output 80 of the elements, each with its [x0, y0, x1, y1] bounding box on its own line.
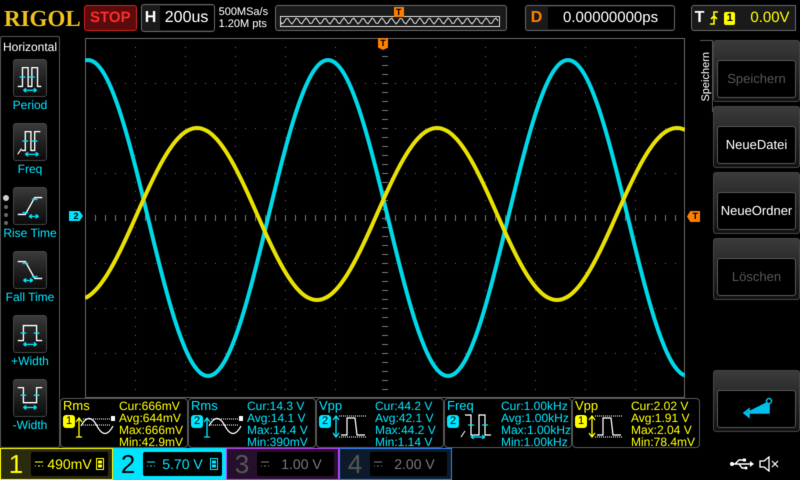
- measurement-reading: Cur:2.02 V: [631, 400, 690, 412]
- measurement-reading: Avg:644mV: [119, 412, 182, 424]
- dc-coupling-icon: [261, 461, 269, 467]
- channel-badge: 2: [447, 415, 459, 428]
- channel-number: 4: [346, 451, 364, 477]
- measurement-reading: Min:1.00kHz: [501, 436, 569, 447]
- measurement-reading: Cur:666mV: [119, 400, 181, 412]
- channel-number: 2: [120, 451, 136, 477]
- bandwidth-limit-icon: [210, 458, 218, 470]
- channel-tab[interactable]: 1 490mV: [0, 448, 113, 480]
- measure-menu-item[interactable]: Fall Time: [0, 247, 60, 311]
- rising-edge-icon: [709, 10, 720, 26]
- back-button[interactable]: [713, 370, 800, 432]
- measurement-type: Freq: [447, 399, 475, 413]
- measurement-reading: Max:666mV: [119, 424, 184, 436]
- measurement-reading: Avg:14.1 V: [247, 412, 306, 424]
- measurement-reading: Max:14.4 V: [247, 424, 308, 436]
- dc-coupling-icon: [35, 461, 43, 467]
- dc-coupling-icon: [147, 461, 155, 467]
- measurement-reading: Cur:44.2 V: [375, 400, 434, 412]
- channel-scale: 5.70 V: [161, 454, 204, 474]
- measurement-reading: Cur:14.3 V: [247, 400, 306, 412]
- trigger-level-marker: T: [687, 211, 700, 222]
- measurement-reading: Max:44.2 V: [375, 424, 436, 436]
- measurement-reading: Min:1.14 V: [375, 436, 434, 447]
- measure-menu-item[interactable]: +Width: [0, 311, 60, 375]
- delay-value: 0.00000000ps: [548, 6, 674, 30]
- trigger-position-marker: T: [394, 7, 404, 17]
- measure-menu-item[interactable]: -Width: [0, 375, 60, 439]
- speaker-muted-icon: [758, 456, 780, 472]
- measure-menu-item[interactable]: Period: [0, 55, 60, 119]
- measurement-type: Rms: [191, 399, 219, 413]
- panel-title: Horizontal: [2, 39, 58, 55]
- timebase-value: 200us: [160, 6, 214, 30]
- measurement-reading: Max:1.00kHz: [501, 424, 571, 436]
- measurement-reading: Min:78.4mV: [631, 436, 696, 447]
- measurement-type: Vpp: [319, 399, 344, 413]
- memory-wave-icon: [280, 16, 500, 27]
- measure-menu-item[interactable]: Freq: [0, 119, 60, 183]
- channel-number: 1: [8, 451, 24, 477]
- measurement-reading: Avg:1.00kHz: [501, 412, 570, 424]
- measurement-reading: Min:42.9mV: [119, 436, 184, 447]
- sine-rms-icon: [203, 413, 245, 439]
- measurement-type: Vpp: [575, 399, 600, 413]
- trigger-level-value: 0.00V: [750, 8, 790, 28]
- timebase-label: H: [144, 8, 158, 28]
- measurement-reading: Avg:1.91 V: [631, 412, 690, 424]
- measurement-type: Rms: [63, 399, 91, 413]
- channel-scale: 1.00 V: [280, 454, 323, 474]
- usb-icon: [730, 458, 754, 470]
- trigger-position-marker: T: [378, 38, 388, 50]
- trigger-label: T: [694, 8, 704, 28]
- channel-badge: 1: [63, 415, 75, 428]
- channel-number: 3: [234, 451, 250, 477]
- channel-offset-marker: 2: [69, 211, 83, 221]
- dc-coupling-icon: [374, 461, 382, 467]
- channel-scale: 490mV: [47, 454, 92, 474]
- brand-logo: RIGOL: [4, 6, 80, 30]
- channel-tab[interactable]: 2 5.70 V: [113, 448, 226, 480]
- measurement-reading: Max:2.04 V: [631, 424, 693, 436]
- measurement-reading: Min:390mV: [247, 436, 308, 447]
- measurement-reading: Avg:42.1 V: [375, 412, 434, 424]
- softkey-button[interactable]: NeueOrdner: [713, 172, 800, 234]
- menu-tab-label: Speichern: [700, 52, 712, 102]
- measurement-reading: Cur:1.00kHz: [501, 400, 569, 412]
- channel-tab[interactable]: 3 1.00 V: [226, 448, 339, 480]
- sample-rate: 500MSa/s: [218, 6, 270, 18]
- bandwidth-limit-icon: [96, 458, 104, 470]
- channel-badge: 2: [319, 415, 331, 428]
- sine-rms-icon: [75, 413, 117, 439]
- run-stop-button[interactable]: STOP: [84, 5, 137, 31]
- channel-tab[interactable]: 4 2.00 V: [339, 448, 452, 480]
- channel-badge: 2: [191, 415, 203, 428]
- memory-depth: 1.20M pts: [218, 18, 268, 30]
- delay-label: D: [530, 8, 544, 28]
- measure-menu-item[interactable]: Rise Time: [0, 183, 60, 247]
- trigger-source-badge: 1: [724, 12, 736, 24]
- channel-scale: 2.00 V: [393, 454, 436, 474]
- softkey-button[interactable]: NeueDatei: [713, 106, 800, 168]
- channel-badge: 1: [575, 415, 587, 428]
